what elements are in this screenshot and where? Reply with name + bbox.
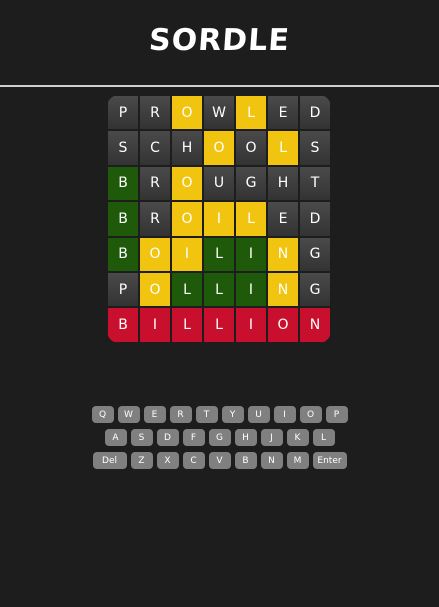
board-tile: I xyxy=(139,307,171,343)
board-tile: B xyxy=(107,201,139,237)
board-tile: I xyxy=(235,236,267,272)
key-d[interactable]: D xyxy=(156,429,179,446)
key-w[interactable]: W xyxy=(117,406,140,423)
board-tile: R xyxy=(139,201,171,237)
board-tile: R xyxy=(139,165,171,202)
board-tile: U xyxy=(203,165,235,202)
board-tile: E xyxy=(267,201,299,237)
keyboard-row: Del Z X C V B N M Enter xyxy=(0,452,439,469)
board-tile: O xyxy=(267,307,299,343)
key-k[interactable]: K xyxy=(286,429,309,446)
board-tile: L xyxy=(235,95,267,131)
board-tile: W xyxy=(203,95,235,131)
board-tile: H xyxy=(171,130,203,166)
on-screen-keyboard: Q W E R T Y U I O P A S D F G H J K L Del Z X C V B N M Enter xyxy=(0,406,439,475)
board-tile: L xyxy=(267,130,299,166)
board-tile: B xyxy=(107,307,139,343)
board-tile: I xyxy=(203,201,235,237)
key-o[interactable]: O xyxy=(299,406,322,423)
board-tile: I xyxy=(235,307,267,343)
board-tile: R xyxy=(139,95,171,131)
key-p[interactable]: P xyxy=(325,406,348,423)
board-tile: I xyxy=(171,236,203,272)
board-tile: L xyxy=(203,236,235,272)
key-c[interactable]: C xyxy=(182,452,205,469)
key-b[interactable]: B xyxy=(234,452,257,469)
page-title: SORDLE xyxy=(147,23,292,58)
board-tile: G xyxy=(235,165,267,202)
key-a[interactable]: A xyxy=(104,429,127,446)
board-tile: G xyxy=(299,236,331,272)
keyboard-row: ASDFGHJKL xyxy=(0,429,439,446)
board-tile: O xyxy=(139,236,171,272)
board-tile: N xyxy=(267,271,299,308)
board-tile: D xyxy=(299,95,331,131)
enter-key[interactable]: Enter xyxy=(312,452,347,469)
key-i[interactable]: I xyxy=(273,406,296,423)
key-j[interactable]: J xyxy=(260,429,283,446)
key-u[interactable]: U xyxy=(247,406,270,423)
board-tile: H xyxy=(267,165,299,202)
board-tile: O xyxy=(171,95,203,131)
board-tile: T xyxy=(299,165,331,202)
board-tile: E xyxy=(267,95,299,131)
page: SORDLE PROWLEDSCHOOLSBROUGHTBROILEDBOILI… xyxy=(0,0,439,607)
board-tile: N xyxy=(299,307,331,343)
board-tile: O xyxy=(171,201,203,237)
board-tile: O xyxy=(171,165,203,202)
delete-key[interactable]: Del xyxy=(92,452,127,469)
board-tile: L xyxy=(203,307,235,343)
key-z[interactable]: Z xyxy=(130,452,153,469)
board-tile: C xyxy=(139,130,171,166)
board-tile: P xyxy=(107,271,139,308)
key-e[interactable]: E xyxy=(143,406,166,423)
board-tile: D xyxy=(299,201,331,237)
key-t[interactable]: T xyxy=(195,406,218,423)
key-r[interactable]: R xyxy=(169,406,192,423)
board-tile: L xyxy=(171,307,203,343)
key-n[interactable]: N xyxy=(260,452,283,469)
board-tile: O xyxy=(203,130,235,166)
board-tile: G xyxy=(299,271,331,308)
key-l[interactable]: L xyxy=(312,429,335,446)
key-v[interactable]: V xyxy=(208,452,231,469)
game-board: PROWLEDSCHOOLSBROUGHTBROILEDBOILINGPOLLI… xyxy=(107,95,331,343)
board-tile: S xyxy=(299,130,331,166)
key-x[interactable]: X xyxy=(156,452,179,469)
board-tile: B xyxy=(107,236,139,272)
key-s[interactable]: S xyxy=(130,429,153,446)
board-tile: O xyxy=(139,271,171,308)
board-tile: O xyxy=(235,130,267,166)
key-h[interactable]: H xyxy=(234,429,257,446)
board-tile: N xyxy=(267,236,299,272)
board-tile: I xyxy=(235,271,267,308)
key-g[interactable]: G xyxy=(208,429,231,446)
keyboard-row: QWERTYUIOP xyxy=(0,406,439,423)
board-tile: L xyxy=(235,201,267,237)
board-tile: L xyxy=(203,271,235,308)
board-tile: P xyxy=(107,95,139,131)
board-tile: B xyxy=(107,165,139,202)
key-y[interactable]: Y xyxy=(221,406,244,423)
key-f[interactable]: F xyxy=(182,429,205,446)
key-m[interactable]: M xyxy=(286,452,309,469)
board-tile: S xyxy=(107,130,139,166)
key-q[interactable]: Q xyxy=(91,406,114,423)
board-tile: L xyxy=(171,271,203,308)
header: SORDLE xyxy=(0,0,439,87)
